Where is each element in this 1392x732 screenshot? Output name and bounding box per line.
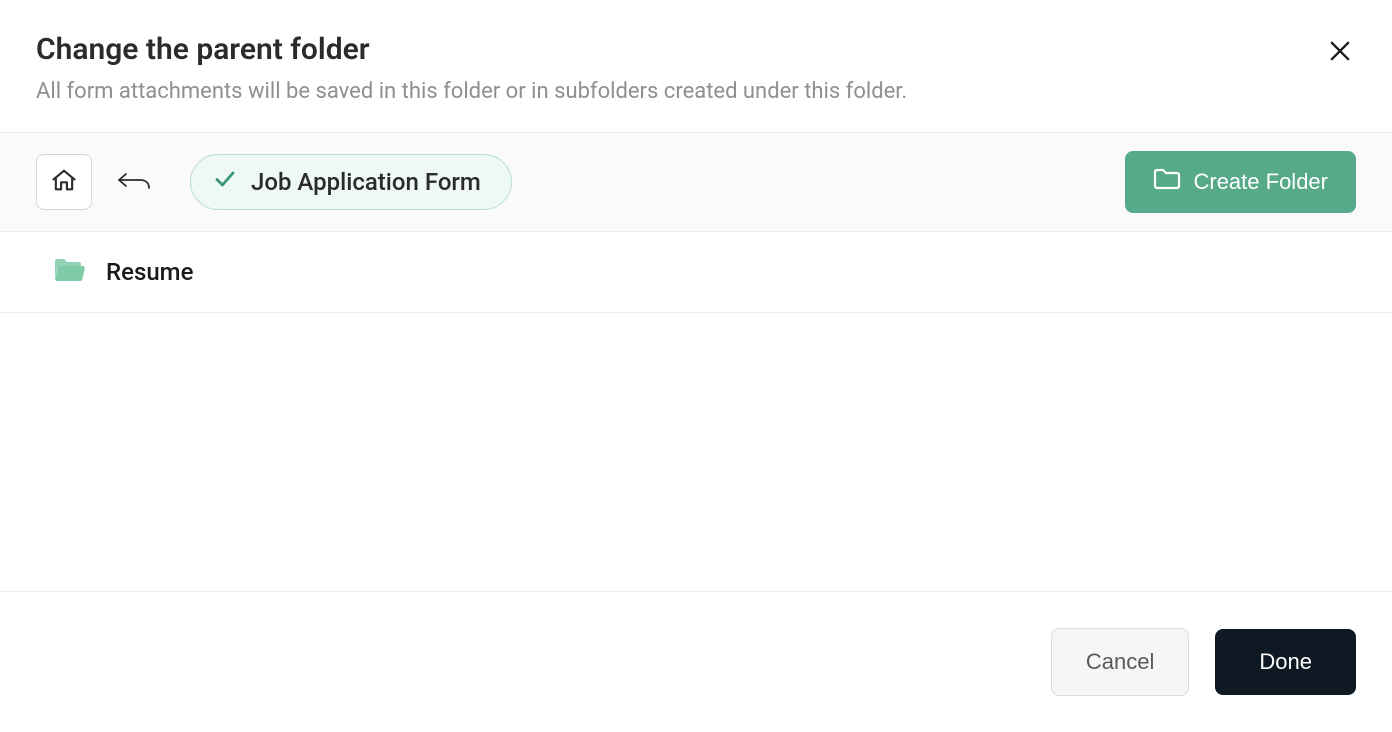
change-parent-folder-dialog: Change the parent folder All form attach…	[0, 0, 1392, 732]
folder-row-label: Resume	[106, 258, 193, 286]
check-icon	[213, 167, 237, 197]
folder-open-icon	[52, 256, 86, 288]
cancel-button[interactable]: Cancel	[1051, 628, 1189, 696]
undo-arrow-icon	[116, 166, 152, 197]
dialog-subtitle: All form attachments will be saved in th…	[36, 77, 1356, 108]
current-folder-label: Job Application Form	[251, 168, 481, 196]
create-folder-button[interactable]: Create Folder	[1125, 151, 1356, 213]
home-button[interactable]	[36, 154, 92, 210]
dialog-header: Change the parent folder All form attach…	[0, 0, 1392, 132]
folder-list: Resume	[0, 232, 1392, 591]
folder-outline-icon	[1153, 167, 1181, 197]
back-button[interactable]	[110, 158, 158, 206]
close-icon	[1326, 37, 1354, 68]
dialog-title: Change the parent folder	[36, 32, 1356, 67]
home-icon	[50, 166, 78, 197]
dialog-footer: Cancel Done	[0, 591, 1392, 732]
done-button[interactable]: Done	[1215, 629, 1356, 695]
close-button[interactable]	[1324, 36, 1356, 68]
folder-toolbar: Job Application Form Create Folder	[0, 132, 1392, 232]
current-folder-chip[interactable]: Job Application Form	[190, 154, 512, 210]
create-folder-label: Create Folder	[1193, 169, 1328, 195]
folder-row[interactable]: Resume	[0, 232, 1392, 313]
